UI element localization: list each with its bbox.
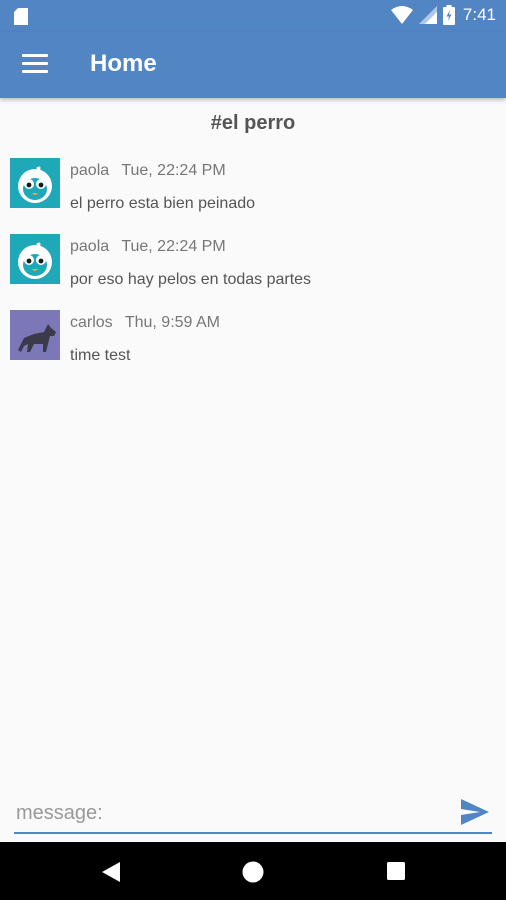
wifi-icon — [390, 6, 413, 24]
send-icon[interactable] — [460, 798, 490, 826]
sd-card-icon — [14, 8, 28, 25]
menu-icon[interactable] — [22, 54, 48, 76]
message-user: carlos — [70, 314, 113, 331]
message-user: paola — [70, 238, 110, 255]
message-meta: carlos Thu, 9:59 AM — [70, 314, 220, 332]
home-icon[interactable] — [242, 861, 264, 883]
status-bar: 7:41 — [0, 0, 506, 32]
message-meta: paola Tue, 22:24 PM — [70, 162, 226, 180]
battery-icon — [442, 5, 455, 25]
signal-icon — [418, 6, 437, 24]
message-time: Tue, 22:24 PM — [121, 238, 226, 255]
status-time: 7:41 — [462, 5, 496, 24]
message-meta: paola Tue, 22:24 PM — [70, 238, 226, 256]
message-item: paola Tue, 22:24 PM por eso hay pelos en… — [0, 232, 506, 308]
message-user: paola — [70, 162, 110, 179]
app-bar: Home — [0, 32, 506, 98]
back-icon[interactable] — [100, 861, 122, 883]
channel-title: #el perro — [210, 112, 296, 134]
message-list: paola Tue, 22:24 PM el perro esta bien p… — [0, 156, 506, 384]
wolf-avatar[interactable] — [10, 310, 60, 360]
message-time: Tue, 22:24 PM — [121, 162, 226, 179]
message-composer — [14, 796, 492, 834]
page-title: Home — [90, 50, 157, 77]
penguin-avatar[interactable] — [10, 158, 60, 208]
recents-icon[interactable] — [386, 861, 406, 881]
message-time: Thu, 9:59 AM — [124, 314, 221, 331]
message-text: el perro esta bien peinado — [70, 195, 256, 212]
penguin-avatar[interactable] — [10, 234, 60, 284]
message-item: carlos Thu, 9:59 AM time test — [0, 308, 506, 384]
message-item: paola Tue, 22:24 PM el perro esta bien p… — [0, 156, 506, 232]
navigation-bar — [0, 842, 506, 900]
message-text: time test — [70, 347, 131, 364]
message-text: por eso hay pelos en todas partes — [70, 271, 312, 288]
message-input[interactable] — [14, 796, 446, 830]
